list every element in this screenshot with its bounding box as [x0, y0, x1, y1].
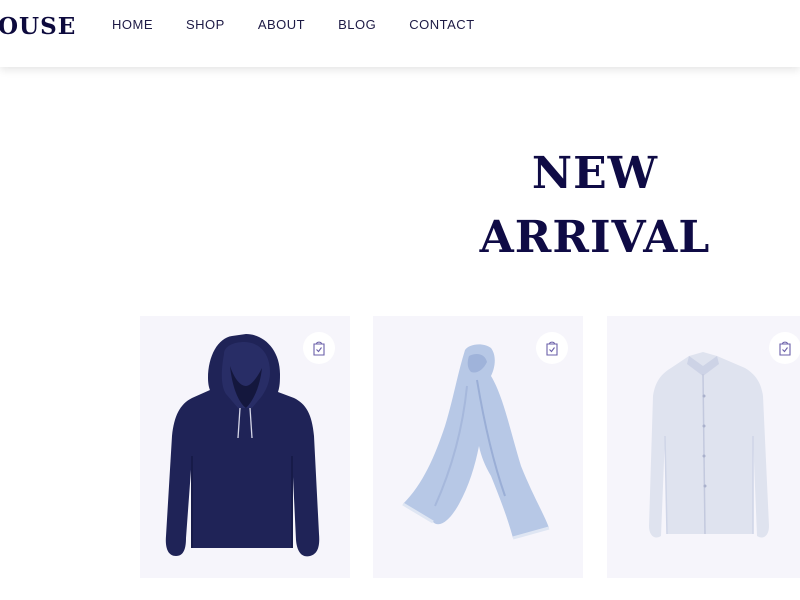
heading-line-1: NEW — [531, 148, 659, 199]
add-to-cart-button[interactable] — [769, 332, 800, 364]
add-to-cart-button[interactable] — [536, 332, 568, 364]
shopping-bag-check-icon — [779, 341, 791, 356]
shopping-bag-check-icon — [546, 341, 558, 356]
main-nav: HOME SHOP ABOUT BLOG CONTACT — [112, 17, 508, 33]
site-logo[interactable]: OUSE — [0, 13, 76, 41]
add-to-cart-button[interactable] — [303, 332, 335, 364]
new-arrival-heading: NEW ARRIVAL — [470, 142, 720, 270]
product-card-hoodie[interactable] — [140, 316, 350, 578]
site-header: OUSE HOME SHOP ABOUT BLOG CONTACT — [0, 0, 800, 67]
nav-blog[interactable]: BLOG — [338, 17, 376, 33]
shopping-bag-check-icon — [313, 341, 325, 356]
nav-home[interactable]: HOME — [112, 17, 153, 33]
heading-line-2: ARRIVAL — [479, 212, 711, 263]
product-card-shirt[interactable] — [607, 316, 800, 578]
product-card-scarf[interactable] — [373, 316, 583, 578]
nav-contact[interactable]: CONTACT — [409, 17, 474, 33]
nav-about[interactable]: ABOUT — [258, 17, 305, 33]
nav-shop[interactable]: SHOP — [186, 17, 225, 33]
